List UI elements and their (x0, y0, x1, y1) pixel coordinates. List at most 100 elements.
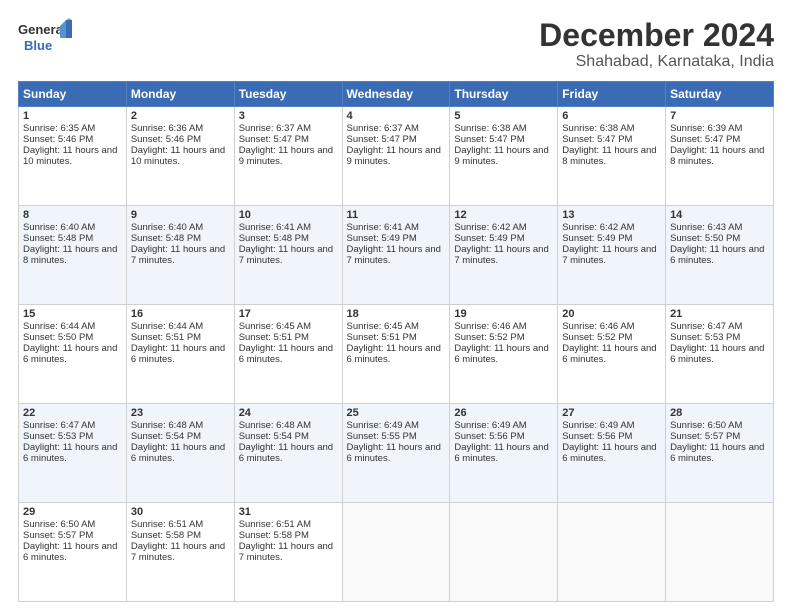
calendar-row: 15Sunrise: 6:44 AMSunset: 5:50 PMDayligh… (19, 305, 774, 404)
table-row: 20Sunrise: 6:46 AMSunset: 5:52 PMDayligh… (558, 305, 666, 404)
sunset-label: Sunset: 5:52 PM (454, 332, 524, 343)
sunset-label: Sunset: 5:51 PM (347, 332, 417, 343)
sunrise-label: Sunrise: 6:51 AM (239, 519, 311, 530)
sunset-label: Sunset: 5:55 PM (347, 431, 417, 442)
day-number: 28 (670, 407, 769, 419)
daylight-label: Daylight: 11 hours and 7 minutes. (347, 244, 441, 266)
table-row: 7Sunrise: 6:39 AMSunset: 5:47 PMDaylight… (666, 107, 774, 206)
calendar-row: 22Sunrise: 6:47 AMSunset: 5:53 PMDayligh… (19, 404, 774, 503)
table-row: 23Sunrise: 6:48 AMSunset: 5:54 PMDayligh… (126, 404, 234, 503)
daylight-label: Daylight: 11 hours and 6 minutes. (131, 343, 225, 365)
sunrise-label: Sunrise: 6:40 AM (23, 222, 95, 233)
day-number: 7 (670, 110, 769, 122)
table-row: 11Sunrise: 6:41 AMSunset: 5:49 PMDayligh… (342, 206, 450, 305)
table-row: 1Sunrise: 6:35 AMSunset: 5:46 PMDaylight… (19, 107, 127, 206)
daylight-label: Daylight: 11 hours and 8 minutes. (562, 145, 656, 167)
table-row: 14Sunrise: 6:43 AMSunset: 5:50 PMDayligh… (666, 206, 774, 305)
sunrise-label: Sunrise: 6:35 AM (23, 123, 95, 134)
calendar-row: 1Sunrise: 6:35 AM Sunset: 5:46 PM Daylight… (19, 107, 774, 206)
daylight-label: Daylight: 11 hours and 9 minutes. (347, 145, 441, 167)
table-row: 4Sunrise: 6:37 AMSunset: 5:47 PMDaylight… (342, 107, 450, 206)
day-number: 19 (454, 308, 553, 320)
page-subtitle: Shahabad, Karnataka, India (539, 53, 774, 71)
col-friday: Friday (558, 82, 666, 107)
day-number: 25 (347, 407, 446, 419)
day-number: 31 (239, 506, 338, 518)
day-number: 14 (670, 209, 769, 221)
daylight-label: Daylight: 11 hours and 6 minutes. (347, 343, 441, 365)
header: General Blue December 2024 Shahabad, Kar… (18, 18, 774, 71)
day-number: 8 (23, 209, 122, 221)
sunrise-label: Sunrise: 6:38 AM (454, 123, 526, 134)
sunset-label: Sunset: 5:48 PM (23, 233, 93, 244)
daylight-label: Daylight: 11 hours and 6 minutes. (347, 442, 441, 464)
day-number: 22 (23, 407, 122, 419)
day-number: 2 (131, 110, 230, 122)
sunrise-label: Sunrise: 6:49 AM (347, 420, 419, 431)
page-title: December 2024 (539, 18, 774, 53)
day-number: 17 (239, 308, 338, 320)
day-number: 1 (23, 110, 122, 122)
col-wednesday: Wednesday (342, 82, 450, 107)
col-thursday: Thursday (450, 82, 558, 107)
day-number: 12 (454, 209, 553, 221)
sunrise-label: Sunrise: 6:41 AM (239, 222, 311, 233)
table-row: 2Sunrise: 6:36 AMSunset: 5:46 PMDaylight… (126, 107, 234, 206)
daylight-label: Daylight: 11 hours and 7 minutes. (454, 244, 548, 266)
sunset-label: Sunset: 5:48 PM (131, 233, 201, 244)
sunset-label: Sunset: 5:53 PM (23, 431, 93, 442)
day-number: 16 (131, 308, 230, 320)
table-row: 24Sunrise: 6:48 AMSunset: 5:54 PMDayligh… (234, 404, 342, 503)
table-row: 10Sunrise: 6:41 AMSunset: 5:48 PMDayligh… (234, 206, 342, 305)
daylight-label: Daylight: 11 hours and 10 minutes. (23, 145, 117, 167)
sunrise-label: Sunrise: 6:44 AM (131, 321, 203, 332)
sunrise-label: Sunrise: 6:37 AM (347, 123, 419, 134)
table-row (342, 503, 450, 602)
table-row: 21Sunrise: 6:47 AMSunset: 5:53 PMDayligh… (666, 305, 774, 404)
col-tuesday: Tuesday (234, 82, 342, 107)
sunrise-label: Sunrise: 6:47 AM (670, 321, 742, 332)
sunrise-label: Sunrise: 6:48 AM (239, 420, 311, 431)
day-number: 30 (131, 506, 230, 518)
logo-icon: General Blue (18, 18, 73, 60)
sunset-label: Sunset: 5:49 PM (454, 233, 524, 244)
sunrise-label: Sunrise: 6:49 AM (562, 420, 634, 431)
table-row: 17Sunrise: 6:45 AMSunset: 5:51 PMDayligh… (234, 305, 342, 404)
page: General Blue December 2024 Shahabad, Kar… (0, 0, 792, 612)
sunset-label: Sunset: 5:56 PM (454, 431, 524, 442)
daylight-label: Daylight: 11 hours and 6 minutes. (670, 442, 764, 464)
table-row: 3Sunrise: 6:37 AMSunset: 5:47 PMDaylight… (234, 107, 342, 206)
sunset-label: Sunset: 5:57 PM (23, 530, 93, 541)
day-number: 27 (562, 407, 661, 419)
sunrise-label: Sunrise: 6:49 AM (454, 420, 526, 431)
daylight-label: Daylight: 11 hours and 9 minutes. (454, 145, 548, 167)
sunset-label: Sunset: 5:46 PM (131, 134, 201, 145)
day-number: 6 (562, 110, 661, 122)
table-row (558, 503, 666, 602)
col-sunday: Sunday (19, 82, 127, 107)
day-number: 29 (23, 506, 122, 518)
svg-text:Blue: Blue (24, 38, 52, 53)
sunset-label: Sunset: 5:47 PM (239, 134, 309, 145)
col-saturday: Saturday (666, 82, 774, 107)
day-number: 26 (454, 407, 553, 419)
day-number: 24 (239, 407, 338, 419)
sunset-label: Sunset: 5:54 PM (239, 431, 309, 442)
day-number: 15 (23, 308, 122, 320)
table-row: 30Sunrise: 6:51 AMSunset: 5:58 PMDayligh… (126, 503, 234, 602)
sunset-label: Sunset: 5:58 PM (131, 530, 201, 541)
table-row: 6Sunrise: 6:38 AMSunset: 5:47 PMDaylight… (558, 107, 666, 206)
daylight-label: Daylight: 11 hours and 6 minutes. (670, 343, 764, 365)
sunrise-label: Sunrise: 6:39 AM (670, 123, 742, 134)
daylight-label: Daylight: 11 hours and 7 minutes. (131, 541, 225, 563)
table-row (666, 503, 774, 602)
calendar-row: 8Sunrise: 6:40 AMSunset: 5:48 PMDaylight… (19, 206, 774, 305)
daylight-label: Daylight: 11 hours and 6 minutes. (562, 343, 656, 365)
daylight-label: Daylight: 11 hours and 6 minutes. (454, 343, 548, 365)
sunrise-label: Sunrise: 6:36 AM (131, 123, 203, 134)
daylight-label: Daylight: 11 hours and 6 minutes. (23, 541, 117, 563)
day-number: 20 (562, 308, 661, 320)
day-number: 10 (239, 209, 338, 221)
sunset-label: Sunset: 5:50 PM (670, 233, 740, 244)
table-row: 13Sunrise: 6:42 AMSunset: 5:49 PMDayligh… (558, 206, 666, 305)
